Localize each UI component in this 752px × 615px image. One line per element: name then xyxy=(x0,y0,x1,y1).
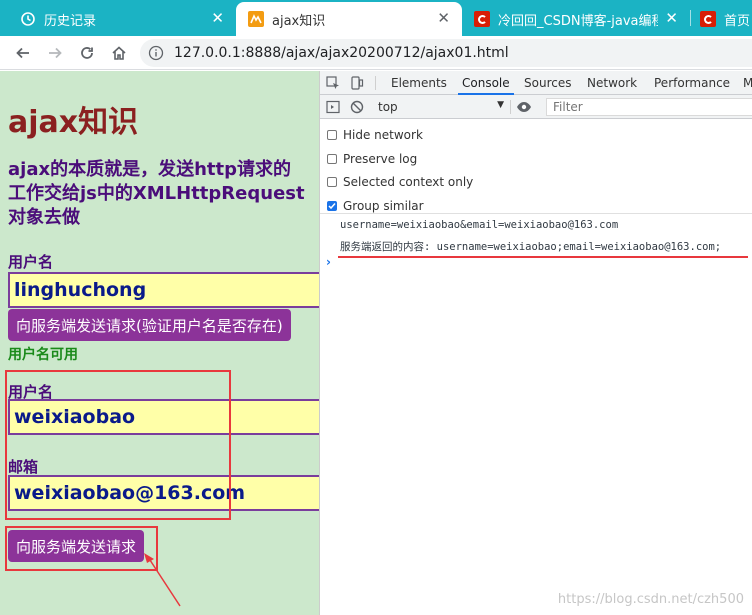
forward-button[interactable] xyxy=(44,42,66,64)
reload-button[interactable] xyxy=(76,42,98,64)
url-text: 127.0.0.1:8888/ajax/ajax20200712/ajax01.… xyxy=(174,45,509,61)
checkbox[interactable] xyxy=(327,130,337,140)
devtools-tab-bar: Elements Console Sources Network Perform… xyxy=(320,71,752,95)
console-log-line: 服务端返回的内容: username=weixiaobao;email=weix… xyxy=(340,241,722,253)
context-value: top xyxy=(378,100,398,114)
tab-csdn-home[interactable]: 首页 - xyxy=(690,2,752,36)
device-toolbar-icon[interactable] xyxy=(349,75,365,91)
check-username-button[interactable]: 向服务端发送请求(验证用户名是否存在) xyxy=(8,309,291,341)
console-log-line: username=weixiaobao&email=weixiaobao@163… xyxy=(340,219,619,231)
tab-csdn-blog[interactable]: 冷回回_CSDN博客-java编程,ja ✕ xyxy=(462,2,690,36)
selected-context-option[interactable]: Selected context only xyxy=(327,173,473,191)
tab-more[interactable]: M xyxy=(743,71,752,95)
tab-ajax-knowledge[interactable]: ajax知识 ✕ xyxy=(236,2,462,36)
page-title: ajax知识 xyxy=(8,105,139,140)
annotation-underline xyxy=(338,256,748,258)
toolbar-separator xyxy=(510,100,511,114)
option-label: Selected context only xyxy=(343,175,474,189)
watermark: https://blog.csdn.net/czh500 xyxy=(557,592,744,607)
group-similar-option[interactable]: Group similar xyxy=(327,197,424,215)
tab-label: 冷回回_CSDN博客-java编程,ja xyxy=(498,13,658,29)
annotation-box-button xyxy=(5,526,158,571)
csdn-favicon-icon xyxy=(700,11,716,27)
hide-network-option[interactable]: Hide network xyxy=(327,126,423,144)
annotation-arrow-icon xyxy=(144,553,181,607)
option-label: Hide network xyxy=(343,128,423,142)
dropdown-arrow-icon: ▼ xyxy=(497,100,504,110)
tab-performance[interactable]: Performance xyxy=(654,71,730,95)
csdn-favicon-icon xyxy=(474,11,490,27)
option-label: Preserve log xyxy=(343,152,418,166)
page-content: ajax知识 ajax的本质就是，发送http请求的工作交给js中的XMLHtt… xyxy=(0,71,319,615)
eye-icon[interactable] xyxy=(516,99,532,115)
tab-label: 首页 - xyxy=(724,13,752,29)
sidebar-toggle-icon[interactable] xyxy=(325,99,341,115)
tab-history[interactable]: 历史记录 ✕ xyxy=(0,2,236,36)
clear-console-icon[interactable] xyxy=(349,99,365,115)
tab-label: 历史记录 xyxy=(44,13,97,29)
console-settings: Hide network Preserve log Selected conte… xyxy=(320,119,752,214)
checkbox-checked[interactable] xyxy=(327,201,337,211)
tab-network[interactable]: Network xyxy=(587,71,637,95)
checkbox[interactable] xyxy=(327,177,337,187)
address-bar[interactable]: 127.0.0.1:8888/ajax/ajax20200712/ajax01.… xyxy=(140,39,752,67)
console-prompt-icon[interactable]: › xyxy=(326,255,331,269)
back-button[interactable] xyxy=(12,42,34,64)
arrow-left-icon xyxy=(16,47,29,59)
tab-sources[interactable]: Sources xyxy=(524,71,571,95)
reload-icon xyxy=(81,47,93,59)
devtools-panel: Elements Console Sources Network Perform… xyxy=(319,71,752,615)
username-status: 用户名可用 xyxy=(8,347,78,363)
tab-elements[interactable]: Elements xyxy=(391,71,447,95)
home-button[interactable] xyxy=(108,42,130,64)
info-icon[interactable] xyxy=(148,45,164,61)
page-description: ajax的本质就是，发送http请求的工作交给js中的XMLHttpReques… xyxy=(8,159,305,228)
arrow-right-icon xyxy=(49,47,62,59)
toolbar-separator xyxy=(375,76,376,90)
close-icon[interactable]: ✕ xyxy=(437,11,450,26)
browser-toolbar: 127.0.0.1:8888/ajax/ajax20200712/ajax01.… xyxy=(0,36,752,70)
inspect-element-icon[interactable] xyxy=(325,75,341,91)
option-label: Group similar xyxy=(343,199,424,213)
check-icon xyxy=(328,203,336,210)
context-select[interactable]: top ▼ xyxy=(378,98,506,116)
checkbox[interactable] xyxy=(327,154,337,164)
annotation-box-form xyxy=(5,370,231,520)
history-icon xyxy=(20,11,36,27)
home-icon xyxy=(112,46,126,60)
tab-label: ajax知识 xyxy=(272,13,326,29)
console-toolbar: top ▼ xyxy=(320,95,752,119)
page-favicon-icon xyxy=(248,11,264,27)
console-filter-input[interactable] xyxy=(546,98,752,116)
close-icon[interactable]: ✕ xyxy=(211,11,224,26)
preserve-log-option[interactable]: Preserve log xyxy=(327,150,417,168)
close-icon[interactable]: ✕ xyxy=(665,11,678,26)
browser-tab-strip: 历史记录 ✕ ajax知识 ✕ 冷回回_CSDN博客-java编程,ja ✕ 首… xyxy=(0,0,752,36)
username-input[interactable] xyxy=(8,272,319,308)
username-label: 用户名 xyxy=(8,253,54,271)
tab-console[interactable]: Console xyxy=(458,71,514,95)
